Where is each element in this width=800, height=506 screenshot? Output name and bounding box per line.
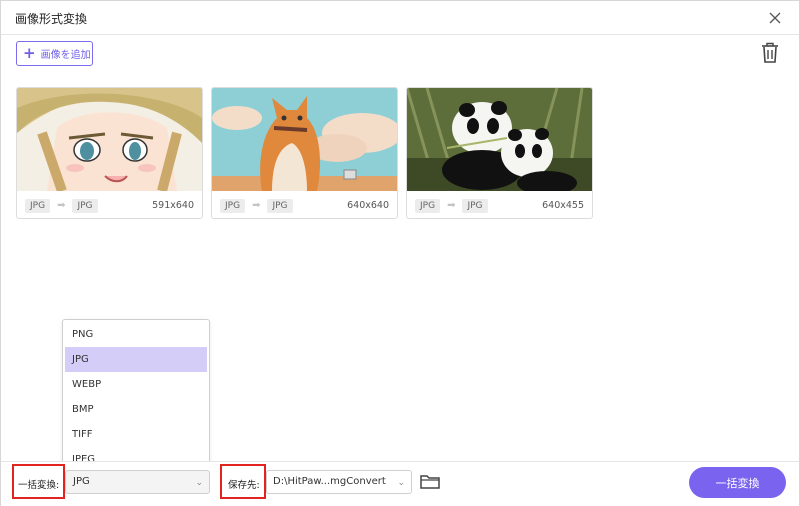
arrow-right-icon: ➡ <box>252 200 261 211</box>
format-option-png[interactable]: PNG <box>65 322 207 347</box>
save-path-value: D:\HitPaw...mgConvert <box>273 476 386 487</box>
image-dimensions: 591x640 <box>152 200 194 211</box>
image-card[interactable]: JPG ➡ JPG 640x640 <box>211 87 398 219</box>
source-format: JPG <box>220 198 246 213</box>
image-grid: JPG ➡ JPG 591x640 JPG ➡ JPG 640x640 JPG … <box>16 87 593 219</box>
format-dropdown-list: PNG JPG WEBP BMP TIFF JPEG <box>62 319 210 469</box>
format-option-jpg[interactable]: JPG <box>65 347 207 372</box>
image-format-converter-window: 画像形式変換 + 画像を追加 JPG ➡ JPG 591x640 JPG ➡ J… <box>0 0 800 506</box>
target-format: JPG <box>462 198 488 213</box>
card-footer: JPG ➡ JPG 640x455 <box>407 192 592 218</box>
target-format: JPG <box>72 198 98 213</box>
window-title: 画像形式変換 <box>15 12 88 26</box>
arrow-right-icon: ➡ <box>57 200 66 211</box>
image-dimensions: 640x640 <box>347 200 389 211</box>
card-footer: JPG ➡ JPG 591x640 <box>17 192 202 218</box>
add-image-button[interactable]: + 画像を追加 <box>16 41 93 66</box>
trash-icon[interactable] <box>759 41 781 65</box>
add-image-label: 画像を追加 <box>40 50 91 61</box>
plus-icon: + <box>23 44 36 62</box>
batch-convert-label: 一括変換: <box>18 480 60 491</box>
image-thumbnail <box>407 88 592 191</box>
image-card[interactable]: JPG ➡ JPG 640x455 <box>406 87 593 219</box>
batch-convert-button[interactable]: 一括変換 <box>689 467 786 498</box>
close-icon[interactable] <box>765 8 785 28</box>
format-option-tiff[interactable]: TIFF <box>65 422 207 447</box>
format-option-bmp[interactable]: BMP <box>65 397 207 422</box>
batch-convert-button-label: 一括変換 <box>715 476 760 490</box>
source-format: JPG <box>415 198 441 213</box>
target-format: JPG <box>267 198 293 213</box>
image-thumbnail <box>212 88 397 191</box>
image-card[interactable]: JPG ➡ JPG 591x640 <box>16 87 203 219</box>
chevron-down-icon: ⌄ <box>397 478 405 488</box>
card-footer: JPG ➡ JPG 640x640 <box>212 192 397 218</box>
chevron-down-icon: ⌄ <box>195 478 203 488</box>
output-format-value: JPG <box>73 476 90 487</box>
output-format-select[interactable]: JPG ⌄ <box>65 470 210 494</box>
image-thumbnail <box>17 88 202 191</box>
format-option-webp[interactable]: WEBP <box>65 372 207 397</box>
folder-icon[interactable] <box>420 473 440 490</box>
save-location-label: 保存先: <box>228 480 260 491</box>
arrow-right-icon: ➡ <box>447 200 456 211</box>
save-path-select[interactable]: D:\HitPaw...mgConvert ⌄ <box>266 470 412 494</box>
source-format: JPG <box>25 198 51 213</box>
title-bar: 画像形式変換 <box>1 1 799 35</box>
image-dimensions: 640x455 <box>542 200 584 211</box>
